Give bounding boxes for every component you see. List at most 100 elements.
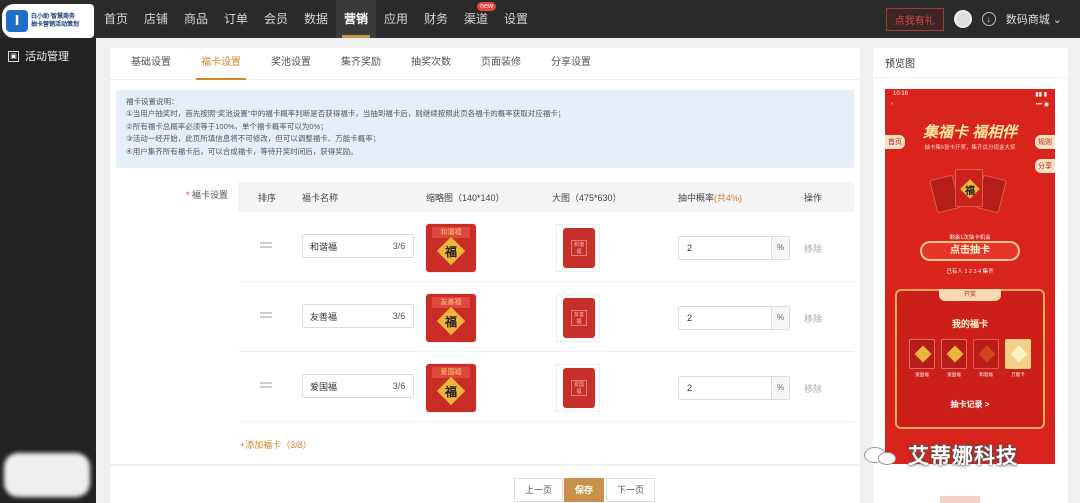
watermark: 艾蒂娜科技 xyxy=(864,440,1018,470)
table-row: 爱国福 3/6 爱国福 福 爱国福 2 % 移除 xyxy=(238,352,854,422)
thumbnail-image[interactable]: 爱国福 福 xyxy=(426,364,476,412)
store-name: 数码商城 xyxy=(1005,14,1050,26)
nav-products[interactable]: 商品 xyxy=(176,0,216,38)
char-count: 3/6 xyxy=(392,381,406,391)
card-fu-char: 福 xyxy=(965,186,975,197)
probability-input[interactable]: 2 % xyxy=(678,376,790,400)
side-home: 首页 xyxy=(885,135,905,149)
chance-text: 剩余1次抽卡机会 xyxy=(949,235,991,241)
download-icon[interactable]: ↓ xyxy=(981,12,996,26)
col-prob-label: 抽中概率 xyxy=(678,192,715,203)
prev-page-button[interactable]: 上一页 xyxy=(514,478,564,502)
watermark-text: 艾蒂娜科技 xyxy=(908,445,1018,468)
fu-name-value: 和谐福 xyxy=(310,241,338,252)
nav-data[interactable]: 数据 xyxy=(296,0,336,38)
big-image[interactable]: 和谐福 xyxy=(556,224,600,272)
logo-text-line2: 抽卡营销活动策划 xyxy=(31,22,80,28)
table-row: 友善福 3/6 友善福 福 友善福 2 % 移除 xyxy=(238,282,854,352)
joined-text: 已有人 1 2 3 4 集齐 xyxy=(946,269,994,275)
nav-finance[interactable]: 财务 xyxy=(416,0,456,38)
save-button[interactable]: 保存 xyxy=(564,478,605,502)
back-icon: ‹ xyxy=(891,101,893,107)
fu-char: 福 xyxy=(444,385,457,399)
wechat-icon xyxy=(864,443,902,467)
add-fu-card-button[interactable]: +添加福卡（3/8） xyxy=(240,438,312,451)
form-label-text: 福卡设置 xyxy=(192,190,229,200)
fu-name-input[interactable]: 友善福 3/6 xyxy=(302,304,414,328)
fu-diamond-icon xyxy=(914,345,932,363)
fu-name-input[interactable]: 爱国福 3/6 xyxy=(302,374,414,398)
phone-preview: 10:16 ▮▮ ▮ ‹ ••• ◉ 集福卡 福相伴 抽卡集5张卡开奖，集齐瓜分… xyxy=(885,89,1055,464)
sidebar-item-label: 活动管理 xyxy=(25,51,69,63)
big-image-text: 爱国福 xyxy=(571,380,587,396)
tab-prize-pool[interactable]: 奖池设置 xyxy=(256,48,326,79)
nav-marketing[interactable]: 营销 xyxy=(336,0,376,38)
nav-orders[interactable]: 订单 xyxy=(216,0,256,38)
phone-time: 10:16 xyxy=(893,91,909,97)
big-image[interactable]: 友善福 xyxy=(556,294,600,342)
preview-title: 预览图 xyxy=(873,48,1068,78)
mini-card-label: 和谐福 xyxy=(979,372,993,377)
draw-record-link: 抽卡记录 > xyxy=(950,400,990,409)
side-rules: 规则 xyxy=(1035,135,1055,149)
tab-fu-card[interactable]: 福卡设置 xyxy=(186,48,256,80)
drag-handle-icon[interactable] xyxy=(260,312,272,318)
next-page-button[interactable]: 下一页 xyxy=(606,478,656,502)
table-header: 排序 福卡名称 缩略图（140*140） 大图（475*630） 抽中概率(共4… xyxy=(238,182,854,212)
tab-share[interactable]: 分享设置 xyxy=(536,48,606,79)
thumbnail-image[interactable]: 和谐福 福 xyxy=(426,224,476,272)
nav-home[interactable]: 首页 xyxy=(96,0,136,38)
big-image-text: 友善福 xyxy=(571,310,587,326)
nav-store[interactable]: 店铺 xyxy=(136,0,176,38)
drag-handle-icon[interactable] xyxy=(260,382,272,388)
col-thumb: 缩略图（140*140） xyxy=(426,192,505,203)
tab-collect-reward[interactable]: 集齐奖励 xyxy=(326,48,396,79)
logo-icon: Ⅰ xyxy=(6,10,28,32)
nav-apps[interactable]: 应用 xyxy=(376,0,416,38)
big-image[interactable]: 爱国福 xyxy=(556,364,600,412)
big-image-text: 和谐福 xyxy=(571,240,587,256)
main-nav: 首页 店铺 商品 订单 会员 数据 营销 应用 财务 渠道 new 设置 xyxy=(96,0,536,38)
new-badge: new xyxy=(477,2,496,11)
fu-name-input[interactable]: 和谐福 3/6 xyxy=(302,234,414,258)
store-switcher[interactable]: 数码商城 ⌄ xyxy=(1006,11,1062,27)
settings-panel: 基础设置 福卡设置 奖池设置 集齐奖励 抽奖次数 页面装修 分享设置 福卡设置说… xyxy=(110,48,860,464)
sidebar-item-activity-management[interactable]: ▣ 活动管理 xyxy=(8,48,69,64)
drag-handle-icon[interactable] xyxy=(260,242,272,248)
list-icon: ▣ xyxy=(8,50,19,62)
remove-link[interactable]: 移除 xyxy=(804,312,822,325)
open-label: 开奖 xyxy=(939,289,1001,301)
remove-link[interactable]: 移除 xyxy=(804,242,822,255)
corner-decoration xyxy=(940,496,980,503)
fu-diamond-icon xyxy=(1010,345,1028,363)
avatar[interactable] xyxy=(953,10,972,28)
percent-unit: % xyxy=(771,377,789,399)
tab-page-decoration[interactable]: 页面装修 xyxy=(466,48,536,79)
logo-text-line1: 白小助·智慧商务 xyxy=(31,14,75,20)
nav-channels[interactable]: 渠道 new xyxy=(456,0,496,38)
more-icon: ••• ◉ xyxy=(1035,102,1049,108)
nav-members[interactable]: 会员 xyxy=(256,0,296,38)
side-share: 分享 xyxy=(1035,159,1055,173)
thumbnail-image[interactable]: 友善福 福 xyxy=(426,294,476,342)
mini-card-label: 爱国福 xyxy=(947,372,961,377)
fu-name-value: 友善福 xyxy=(310,311,338,322)
col-big: 大图（475*630） xyxy=(552,192,622,203)
app-logo[interactable]: Ⅰ 白小助·智慧商务 抽卡营销活动策划 xyxy=(2,4,94,38)
tab-draw-count[interactable]: 抽奖次数 xyxy=(396,48,466,79)
probability-input[interactable]: 2 % xyxy=(678,236,790,260)
banner-title: 集福卡 福相伴 xyxy=(922,124,1018,141)
probability-value: 2 xyxy=(687,383,693,393)
probability-value: 2 xyxy=(687,313,693,323)
probability-input[interactable]: 2 % xyxy=(678,306,790,330)
notice-line: 福卡设置说明： xyxy=(126,97,179,106)
remove-link[interactable]: 移除 xyxy=(804,382,822,395)
tab-basic[interactable]: 基础设置 xyxy=(116,48,186,79)
nav-settings[interactable]: 设置 xyxy=(496,0,536,38)
my-cards-title: 我的福卡 xyxy=(951,319,988,329)
preview-panel: 预览图 10:16 ▮▮ ▮ ‹ ••• ◉ 集福卡 福相伴 抽卡集5张卡开奖，… xyxy=(873,48,1068,503)
gift-button[interactable]: 点我有礼 xyxy=(885,7,944,31)
fu-char: 福 xyxy=(444,245,457,259)
notice-line: ②所有福卡总概率必须等于100%，单个福卡概率可以为0%； xyxy=(126,121,328,131)
percent-unit: % xyxy=(771,237,789,259)
